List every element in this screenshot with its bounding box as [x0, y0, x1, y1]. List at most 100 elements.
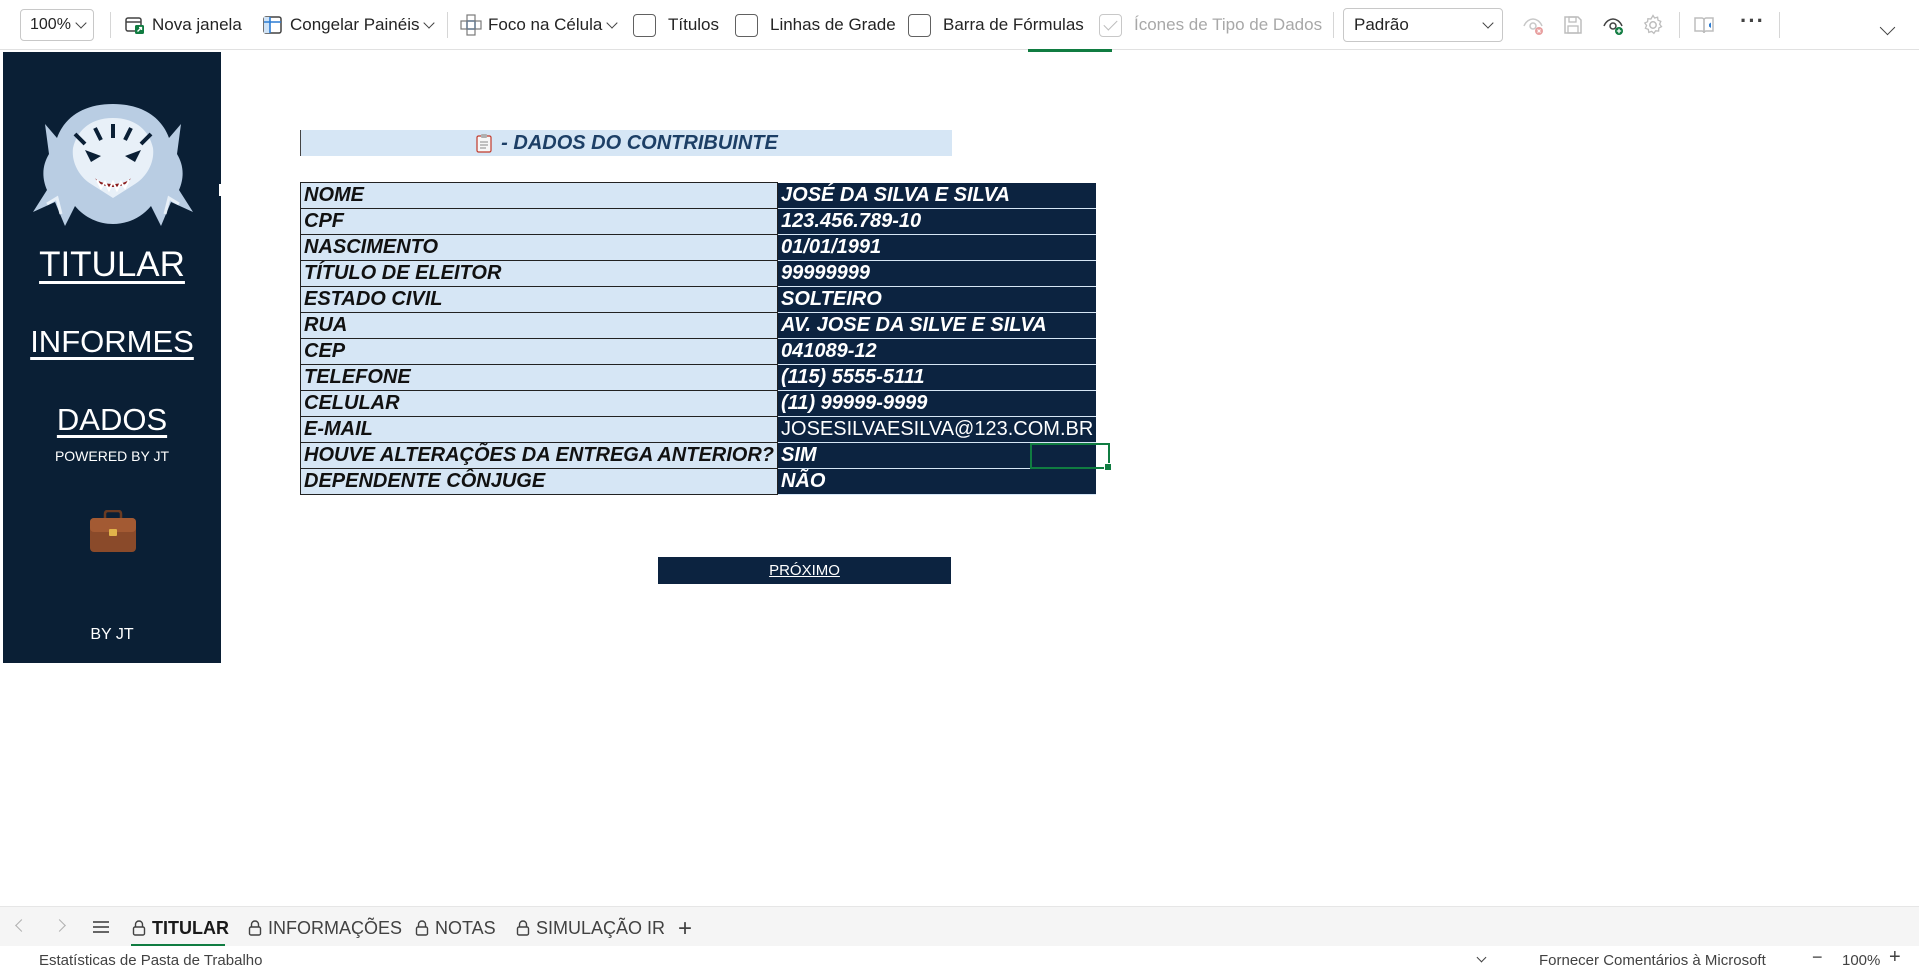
sidebar-edge	[219, 184, 221, 196]
field-value[interactable]: (11) 99999-9999	[777, 390, 1097, 417]
field-label[interactable]: ESTADO CIVIL	[299, 286, 779, 313]
chevron-down-icon	[423, 17, 436, 29]
section-title: - DADOS DO CONTRIBUINTE	[501, 131, 778, 154]
taxpayer-data-table: NOME JOSÉ DA SILVA E SILVA CPF 123.456.7…	[299, 182, 1097, 495]
gridlines-checkbox[interactable]: Linhas de Grade	[735, 10, 896, 40]
cell-focus-button[interactable]: Foco na Célula	[460, 10, 619, 40]
toolbar-separator	[1779, 12, 1780, 38]
email-value-link[interactable]: JOSESILVAESILVA@123.COM.BR	[777, 416, 1097, 443]
checkbox-icon	[633, 13, 656, 37]
field-value[interactable]: 01/01/1991	[777, 234, 1097, 261]
titles-checkbox[interactable]: Títulos	[633, 10, 719, 40]
field-label[interactable]: RUA	[299, 312, 779, 339]
navigation-sidebar: TITULAR INFORMES DADOS POWERED BY JT BY …	[3, 52, 221, 663]
clipboard-icon	[476, 134, 492, 153]
field-label[interactable]: E-MAIL	[299, 416, 779, 443]
field-label[interactable]: NASCIMENTO	[299, 234, 779, 261]
sheet-view-value: Padrão	[1354, 15, 1409, 34]
toolbar-separator	[110, 12, 111, 38]
gear-icon[interactable]	[1641, 13, 1665, 37]
table-row: TÍTULO DE ELEITOR 99999999	[299, 260, 1097, 287]
zoom-out-icon[interactable]: −	[1812, 947, 1823, 968]
sheet-tab-bar: TITULAR INFORMAÇÕES NOTAS SIMULAÇÃO IR +	[0, 906, 1919, 947]
field-label[interactable]: CPF	[299, 208, 779, 235]
workbook-statistics-button[interactable]: Estatísticas de Pasta de Trabalho	[39, 952, 262, 969]
field-value[interactable]: NÃO	[777, 468, 1097, 495]
field-label[interactable]: DEPENDENTE CÔNJUGE	[299, 468, 779, 495]
toolbar-separator	[447, 12, 448, 38]
titles-label: Títulos	[668, 15, 720, 34]
field-label[interactable]: CEP	[299, 338, 779, 365]
gridlines-label: Linhas de Grade	[770, 15, 896, 34]
immersive-reader-icon[interactable]	[1692, 13, 1716, 37]
field-value[interactable]: AV. JOSE DA SILVE E SILVA	[777, 312, 1097, 339]
next-button[interactable]: PRÓXIMO	[658, 557, 951, 584]
formula-bar-checkbox[interactable]: Barra de Fórmulas	[908, 10, 1084, 40]
chevron-down-icon	[1482, 17, 1494, 29]
table-row: CELULAR (11) 99999-9999	[299, 390, 1097, 417]
freeze-panes-button[interactable]: Congelar Painéis	[262, 10, 436, 40]
table-row: HOUVE ALTERAÇÕES DA ENTREGA ANTERIOR? SI…	[299, 442, 1097, 469]
chevron-down-icon	[75, 17, 87, 29]
tab-titular[interactable]: TITULAR	[132, 913, 229, 943]
field-label[interactable]: CELULAR	[299, 390, 779, 417]
field-value[interactable]: 123.456.789-10	[777, 208, 1097, 235]
field-label[interactable]: NOME	[299, 182, 779, 209]
cell-focus-label: Foco na Célula	[488, 15, 603, 34]
data-type-icons-checkbox[interactable]: Ícones de Tipo de Dados	[1099, 10, 1322, 40]
table-row: RUA AV. JOSE DA SILVE E SILVA	[299, 312, 1097, 339]
table-row: DEPENDENTE CÔNJUGE NÃO	[299, 468, 1097, 495]
lock-icon	[132, 920, 146, 936]
table-row: NASCIMENTO 01/01/1991	[299, 234, 1097, 261]
previous-sheet-icon[interactable]	[15, 919, 28, 932]
new-window-button[interactable]: Nova janela	[124, 10, 242, 40]
zoom-dropdown[interactable]: 100%	[20, 9, 94, 41]
nav-link-informes[interactable]: INFORMES	[3, 324, 221, 360]
table-row: CEP 041089-12	[299, 338, 1097, 365]
zoom-in-icon[interactable]: +	[1889, 946, 1901, 969]
tab-label: INFORMAÇÕES	[268, 917, 403, 938]
new-view-icon[interactable]	[1601, 13, 1625, 37]
table-row: ESTADO CIVIL SOLTEIRO	[299, 286, 1097, 313]
nav-link-dados[interactable]: DADOS	[3, 402, 221, 438]
tab-informacoes[interactable]: INFORMAÇÕES	[248, 913, 402, 943]
tiger-logo-icon	[33, 104, 193, 226]
powered-by-text: POWERED BY JT	[54, 448, 170, 464]
cell-focus-icon	[460, 14, 482, 36]
lock-icon	[415, 920, 429, 936]
briefcase-icon[interactable]	[89, 510, 137, 554]
sheet-view-select[interactable]: Padrão	[1343, 8, 1503, 42]
field-value[interactable]: JOSÉ DA SILVA E SILVA	[777, 182, 1097, 209]
save-view-icon[interactable]	[1561, 13, 1585, 37]
freeze-panes-label: Congelar Painéis	[290, 15, 420, 34]
nav-link-titular[interactable]: TITULAR	[3, 245, 221, 285]
more-options-icon[interactable]: ···	[1740, 8, 1765, 34]
all-sheets-menu-icon[interactable]	[93, 920, 109, 934]
selected-cell[interactable]	[1030, 443, 1112, 471]
ribbon-toolbar: 100% Nova janela Congelar Painéis Foco n…	[0, 0, 1919, 50]
lock-icon	[516, 920, 530, 936]
add-sheet-icon[interactable]: +	[678, 915, 692, 943]
field-value[interactable]: (115) 5555-5111	[777, 364, 1097, 391]
tab-notas[interactable]: NOTAS	[415, 913, 496, 943]
chevron-down-icon[interactable]	[1476, 952, 1487, 963]
status-bar: Estatísticas de Pasta de Trabalho Fornec…	[0, 946, 1919, 973]
feedback-link[interactable]: Fornecer Comentários à Microsoft	[1539, 952, 1766, 969]
field-value[interactable]: 99999999	[777, 260, 1097, 287]
collapse-ribbon-icon[interactable]	[1879, 19, 1896, 36]
next-sheet-icon[interactable]	[53, 919, 66, 932]
field-value[interactable]: 041089-12	[777, 338, 1097, 365]
zoom-level[interactable]: 100%	[1842, 952, 1880, 969]
toolbar-separator	[1333, 12, 1334, 38]
delete-view-icon[interactable]	[1521, 13, 1545, 37]
new-window-label: Nova janela	[152, 15, 242, 34]
field-label[interactable]: TÍTULO DE ELEITOR	[299, 260, 779, 287]
toolbar-separator	[1679, 12, 1680, 38]
selected-column-marker	[1028, 49, 1112, 52]
field-label[interactable]: HOUVE ALTERAÇÕES DA ENTREGA ANTERIOR?	[299, 442, 779, 469]
field-label[interactable]: TELEFONE	[299, 364, 779, 391]
freeze-panes-icon	[263, 16, 282, 34]
field-value[interactable]: SOLTEIRO	[777, 286, 1097, 313]
footer-by-jt: BY JT	[90, 626, 134, 643]
tab-simulacao-ir[interactable]: SIMULAÇÃO IR	[516, 913, 665, 943]
